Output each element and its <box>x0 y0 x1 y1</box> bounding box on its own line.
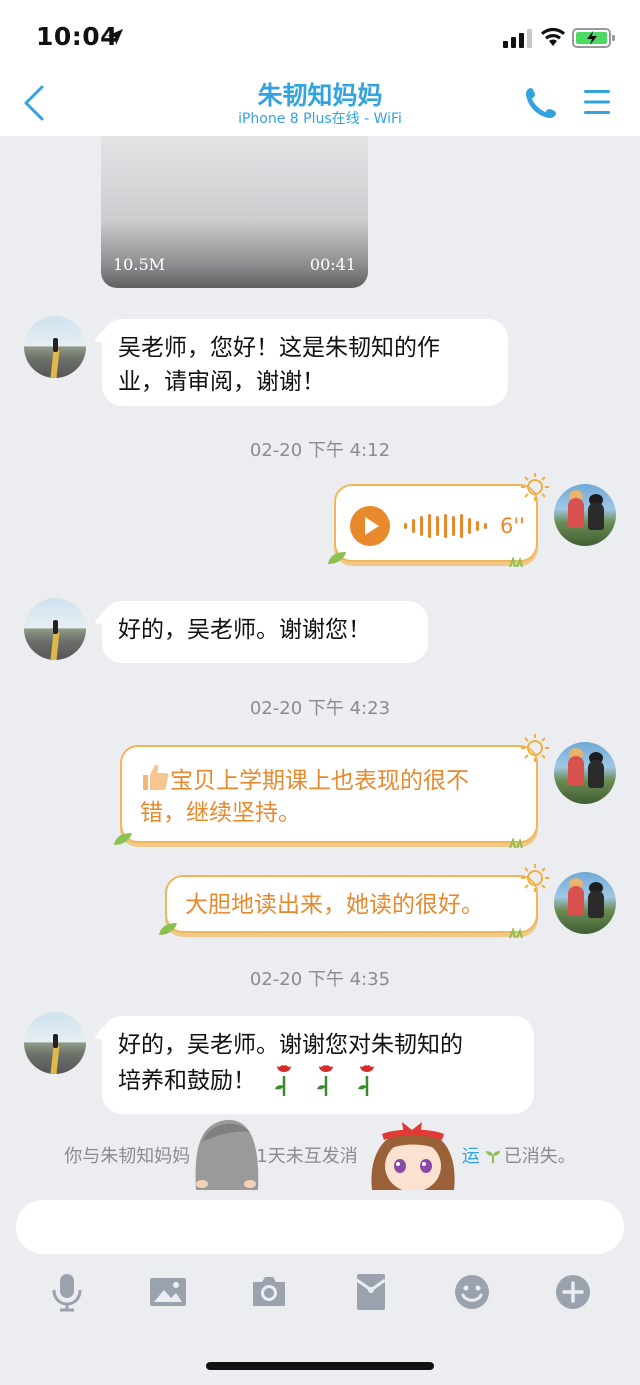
plus-icon[interactable] <box>553 1272 593 1312</box>
anime-girl-mascot-icon <box>371 1122 455 1190</box>
voice-duration: 6'' <box>500 514 525 538</box>
message-input[interactable] <box>16 1200 624 1254</box>
sun-decoration-icon <box>521 734 549 762</box>
message-text: 错，继续坚持。 <box>140 800 301 826</box>
status-bar: 10:04 <box>0 0 640 70</box>
leaf-decoration-icon <box>159 923 177 935</box>
message-text: 大胆地读出来，她读的很好。 <box>185 892 484 918</box>
camera-icon[interactable] <box>249 1272 289 1312</box>
contact-avatar[interactable] <box>24 1012 86 1074</box>
message-text: 业，请审阅，谢谢！ <box>118 369 325 395</box>
message-timestamp: 02-20 下午 4:12 <box>249 440 391 461</box>
message-text: 好的，吴老师。谢谢您！ <box>118 617 371 643</box>
grass-decoration-icon <box>509 557 523 567</box>
system-notice: 你与朱韧知妈妈 1天未互发消运已消失。 <box>64 1146 576 1167</box>
incoming-message-bubble[interactable]: 吴老师，您好！这是朱韧知的作 业，请审阅，谢谢！ <box>102 319 508 406</box>
leaf-decoration-icon <box>328 552 346 564</box>
my-avatar[interactable] <box>554 484 616 546</box>
grass-decoration-icon <box>509 838 523 848</box>
wifi-icon <box>541 27 565 46</box>
rose-emoji-icon <box>316 1065 333 1096</box>
incoming-message-bubble[interactable]: 好的，吴老师。谢谢您！ <box>102 601 428 663</box>
red-packet-icon[interactable] <box>351 1272 391 1312</box>
rose-emoji-icon <box>275 1065 292 1096</box>
input-area <box>0 1190 640 1385</box>
location-arrow-icon <box>107 29 123 45</box>
video-size: 10.5M <box>113 255 166 274</box>
microphone-icon[interactable] <box>47 1272 87 1312</box>
sprout-icon <box>485 1151 500 1163</box>
contact-avatar[interactable] <box>24 316 86 378</box>
message-timestamp: 02-20 下午 4:35 <box>249 969 391 990</box>
sun-decoration-icon <box>521 473 549 501</box>
message-timestamp: 02-20 下午 4:23 <box>249 698 391 719</box>
menu-icon[interactable] <box>582 88 612 116</box>
message-text: 宝贝上学期课上也表现的很不 <box>170 768 469 794</box>
incoming-message-bubble[interactable]: 好的，吴老师。谢谢您对朱韧知的 培养和鼓励！ <box>102 1016 534 1114</box>
image-icon[interactable] <box>148 1272 188 1312</box>
voice-message-bubble[interactable]: 6'' <box>328 473 549 567</box>
my-avatar[interactable] <box>554 872 616 934</box>
home-indicator <box>206 1362 434 1370</box>
cellular-signal-icon <box>503 29 532 48</box>
thumbs-up-emoji-icon <box>143 764 169 790</box>
outgoing-message-bubble[interactable]: 大胆地读出来，她读的很好。 <box>159 864 549 938</box>
message-text: 吴老师，您好！这是朱韧知的作 <box>118 335 440 361</box>
my-avatar[interactable] <box>554 742 616 804</box>
battery-charging-icon <box>572 28 615 48</box>
video-message[interactable]: 10.5M 00:41 <box>101 136 368 288</box>
grass-decoration-icon <box>509 928 523 938</box>
gray-mascot-icon <box>195 1119 259 1190</box>
emoji-icon[interactable] <box>452 1272 492 1312</box>
message-text: 好的，吴老师。谢谢您对朱韧知的 <box>118 1032 463 1058</box>
message-text: 培养和鼓励！ <box>118 1068 256 1094</box>
sun-decoration-icon <box>521 864 549 892</box>
rose-emoji-icon <box>357 1065 374 1096</box>
voice-waveform-icon <box>404 514 487 538</box>
outgoing-message-bubble[interactable]: 宝贝上学期课上也表现的很不 错，继续坚持。 <box>114 734 549 848</box>
play-icon[interactable] <box>350 506 390 546</box>
video-duration: 00:41 <box>309 255 356 274</box>
contact-avatar[interactable] <box>24 598 86 660</box>
leaf-decoration-icon <box>114 833 132 845</box>
phone-call-icon[interactable] <box>524 86 558 120</box>
chat-header: 朱韧知妈妈 iPhone 8 Plus在线 - WiFi <box>0 70 640 136</box>
